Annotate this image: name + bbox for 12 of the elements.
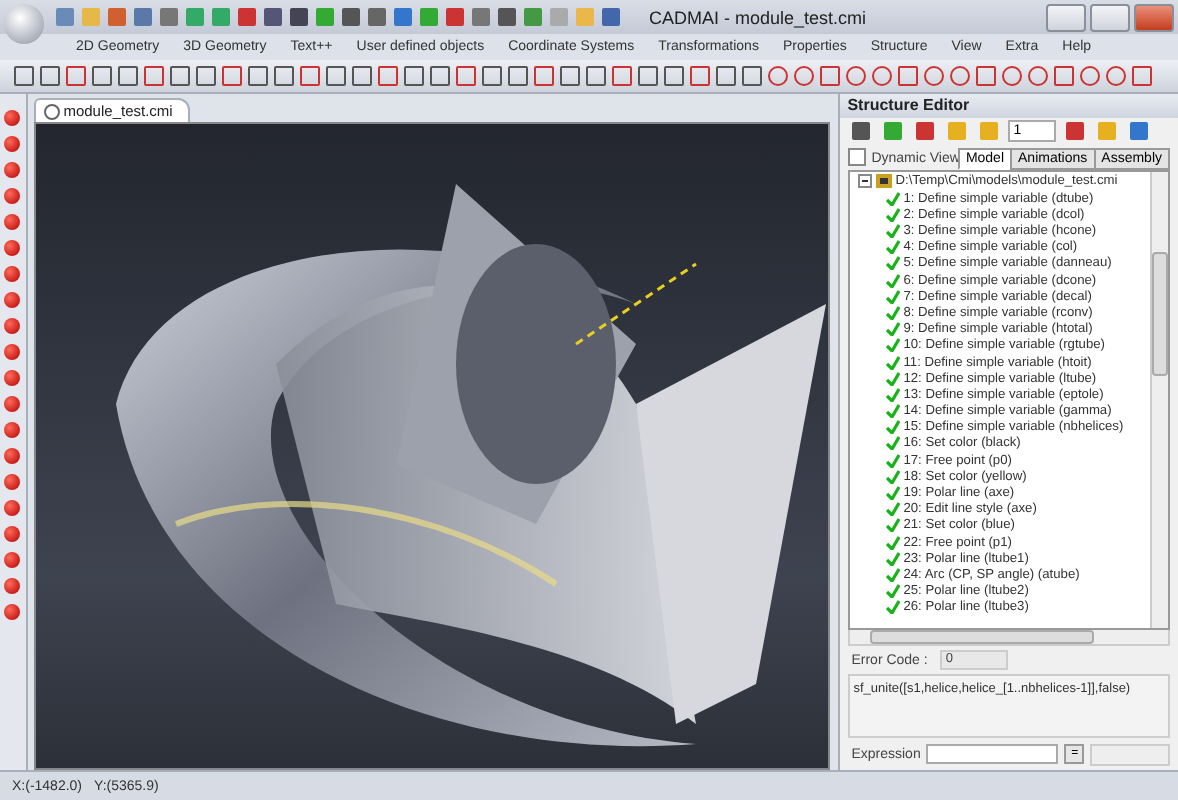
close-button[interactable] <box>1134 3 1174 31</box>
window-title: CADMAI - module_test.cmi <box>646 7 868 27</box>
model-icon <box>875 174 892 189</box>
collapse-toggle-icon[interactable] <box>857 174 872 189</box>
expression-field[interactable] <box>926 744 1059 765</box>
checkbox[interactable] <box>847 147 866 166</box>
3d-viewport[interactable] <box>33 122 830 770</box>
scrollbar-thumb[interactable] <box>869 630 1094 645</box>
scrollbar-thumb[interactable] <box>1152 251 1168 376</box>
panel-title: Structure Editor <box>839 94 1178 118</box>
maximize-button[interactable] <box>1090 3 1130 31</box>
minimize-button[interactable] <box>1046 3 1086 31</box>
